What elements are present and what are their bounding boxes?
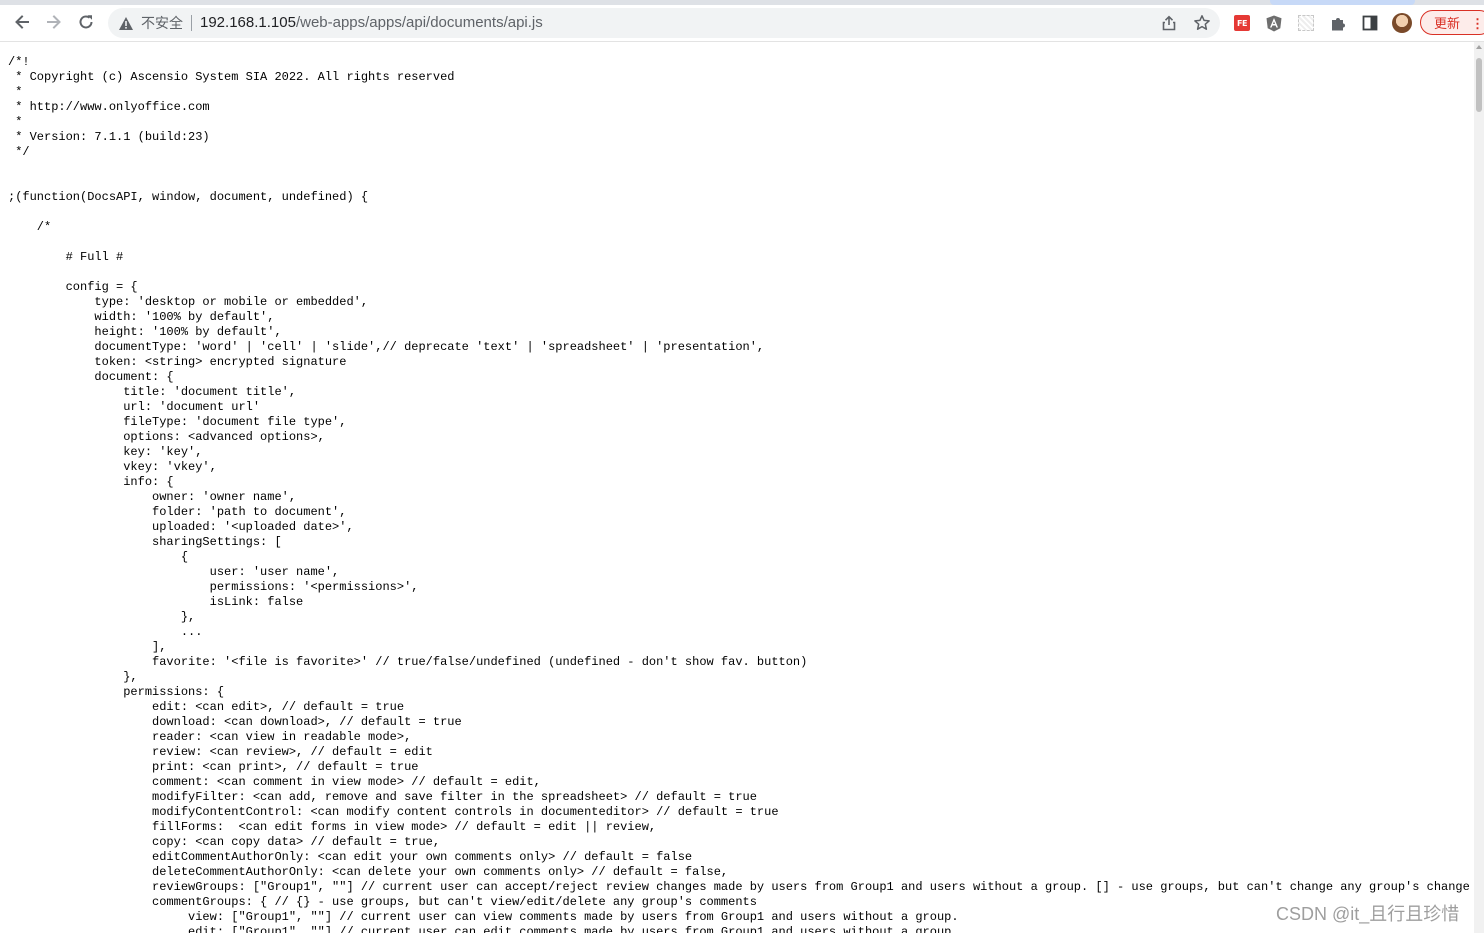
star-icon[interactable] xyxy=(1192,13,1212,33)
forward-button[interactable] xyxy=(39,7,69,37)
reload-button[interactable] xyxy=(71,7,101,37)
update-button[interactable]: 更新 ⋮ xyxy=(1420,10,1484,35)
reload-icon xyxy=(79,15,93,29)
fe-extension-icon[interactable]: FE xyxy=(1232,13,1252,33)
puzzle-icon[interactable] xyxy=(1328,13,1348,33)
security-status-label[interactable]: 不安全 xyxy=(141,8,183,38)
warning-triangle-icon[interactable] xyxy=(117,14,135,32)
angular-extension-icon[interactable] xyxy=(1264,13,1284,33)
qr-extension-icon[interactable] xyxy=(1296,13,1316,33)
scroll-up-arrow-icon[interactable] xyxy=(1476,45,1482,49)
vertical-scrollbar[interactable] xyxy=(1474,42,1484,933)
more-vert-icon: ⋮ xyxy=(1471,16,1484,31)
csdn-watermark: CSDN @it_且行且珍惜 xyxy=(1276,904,1460,924)
arrow-right-icon xyxy=(47,15,61,29)
address-bar[interactable]: 不安全 192.168.1.105/web-apps/apps/api/docu… xyxy=(108,8,1220,38)
share-icon[interactable] xyxy=(1159,13,1179,33)
fe-badge: FE xyxy=(1234,15,1250,31)
qr-box xyxy=(1298,15,1314,31)
arrow-left-icon xyxy=(15,15,29,29)
address-divider xyxy=(191,15,192,31)
url-path: /web-apps/apps/api/documents/api.js xyxy=(295,14,543,31)
side-panel-icon[interactable] xyxy=(1360,13,1380,33)
browser-toolbar: 不安全 192.168.1.105/web-apps/apps/api/docu… xyxy=(0,5,1484,42)
url-text[interactable]: 192.168.1.105/web-apps/apps/api/document… xyxy=(200,8,543,38)
scrollbar-thumb[interactable] xyxy=(1476,58,1482,112)
profile-avatar[interactable] xyxy=(1392,13,1412,33)
js-source-text: /*! * Copyright (c) Ascensio System SIA … xyxy=(8,55,1470,933)
update-label: 更新 xyxy=(1434,16,1461,31)
back-button[interactable] xyxy=(7,7,37,37)
url-host: 192.168.1.105 xyxy=(200,14,296,31)
